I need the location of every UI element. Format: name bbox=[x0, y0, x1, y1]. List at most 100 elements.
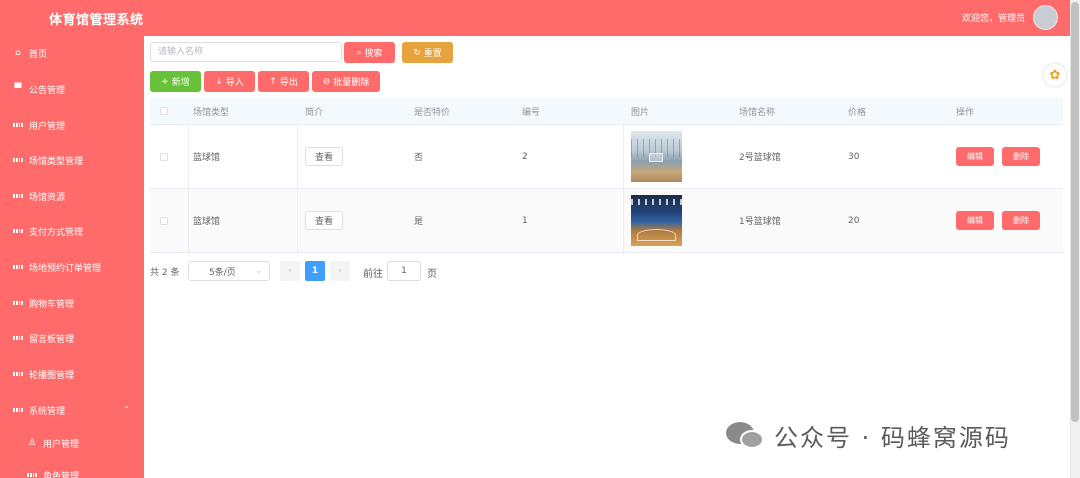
sidebar-item-system[interactable]: 系统管理 ⌃ bbox=[0, 395, 144, 425]
cell-image bbox=[631, 125, 682, 188]
page-size-select[interactable]: 5条/页 ⌄ bbox=[188, 261, 270, 281]
add-button-label: 新增 bbox=[171, 78, 190, 88]
search-button[interactable]: ⌕ 搜索 bbox=[344, 42, 395, 63]
page-number-button[interactable]: 1 bbox=[305, 261, 325, 281]
sidebar-item-label: 角色管理 bbox=[43, 471, 80, 478]
notice-icon: ▀ bbox=[14, 83, 22, 94]
header-venue-type: 场馆类型 bbox=[193, 107, 230, 118]
user-area[interactable]: 欢迎您，管理员 bbox=[962, 5, 1058, 30]
venue-thumbnail[interactable] bbox=[631, 131, 682, 182]
sidebar-item-users[interactable]: 用户管理 bbox=[0, 110, 144, 140]
prev-page-button[interactable]: ‹ bbox=[280, 261, 300, 281]
sidebar-item-label: 场馆资源 bbox=[29, 192, 66, 203]
cell-special: 否 bbox=[414, 153, 424, 163]
sidebar-item-label: 场馆类型管理 bbox=[29, 156, 84, 167]
sidebar-item-carousel[interactable]: 轮播图管理 bbox=[0, 359, 144, 389]
view-intro-button[interactable]: 查看 bbox=[305, 211, 343, 230]
cell-intro: 查看 bbox=[305, 189, 343, 252]
table-row: 篮球馆 查看 是 1 1号篮球馆 20 编辑 删除 bbox=[150, 188, 1063, 252]
batch-delete-button-label: 批量删除 bbox=[333, 78, 370, 88]
import-button[interactable]: ↓ 导入 bbox=[204, 71, 255, 92]
grid-icon bbox=[27, 470, 37, 478]
sidebar-item-reservation-orders[interactable]: 场地预约订单管理 bbox=[0, 252, 144, 282]
row-select-cell[interactable] bbox=[160, 125, 168, 188]
cell-venue-name: 2号篮球馆 bbox=[739, 153, 781, 163]
select-all-checkbox[interactable] bbox=[160, 107, 168, 115]
header-venue-name: 场馆名称 bbox=[739, 107, 776, 118]
sidebar-item-cart[interactable]: 购物车管理 bbox=[0, 288, 144, 318]
grid-icon bbox=[13, 333, 23, 343]
cell-price: 20 bbox=[848, 215, 860, 226]
sidebar-item-message-board[interactable]: 留言板管理 bbox=[0, 323, 144, 353]
venue-thumbnail[interactable] bbox=[631, 195, 682, 246]
search-input[interactable] bbox=[150, 42, 342, 62]
delete-button[interactable]: 删除 bbox=[1002, 211, 1040, 230]
sidebar-item-label: 用户管理 bbox=[29, 121, 66, 132]
sidebar-item-label: 场地预约订单管理 bbox=[29, 263, 102, 274]
sidebar-item-home[interactable]: ⌂ 首页 bbox=[0, 38, 144, 68]
sidebar-item-label: 支付方式管理 bbox=[29, 227, 84, 238]
sidebar-item-label: 轮播图管理 bbox=[29, 370, 75, 381]
import-button-label: 导入 bbox=[225, 78, 244, 88]
edit-button[interactable]: 编辑 bbox=[956, 147, 994, 166]
flower-icon[interactable]: ✿ bbox=[1044, 64, 1066, 86]
goto-page-input[interactable] bbox=[387, 261, 421, 281]
sidebar-item-venue-types[interactable]: 场馆类型管理 bbox=[0, 145, 144, 175]
export-button[interactable]: ↑ 导出 bbox=[258, 71, 309, 92]
top-header: 体育馆管理系统 欢迎您，管理员 bbox=[0, 0, 1070, 36]
sidebar-subitem-users[interactable]: ♙ 用户管理 bbox=[0, 428, 144, 458]
welcome-text: 欢迎您，管理员 bbox=[961, 14, 1025, 24]
data-table: 场馆类型 简介 是否特价 编号 图片 场馆名称 价格 操作 篮球馆 查看 否 2… bbox=[150, 98, 1063, 253]
row-checkbox[interactable] bbox=[160, 152, 168, 161]
column-divider bbox=[297, 124, 298, 255]
main-content: ⌕ 搜索 ↻ 重置 + 新增 ↓ 导入 ↑ 导出 ⊖ 批量删除 场馆类型 简介 … bbox=[144, 36, 1070, 478]
sidebar-subitem-roles[interactable]: 角色管理 bbox=[0, 460, 144, 478]
page-scrollbar[interactable] bbox=[1070, 0, 1080, 478]
grid-icon bbox=[13, 369, 23, 379]
reset-button[interactable]: ↻ 重置 bbox=[402, 42, 453, 63]
sidebar-item-label: 留言板管理 bbox=[29, 334, 75, 345]
plus-icon: + bbox=[161, 76, 169, 87]
select-all-cell[interactable] bbox=[160, 98, 168, 124]
cell-venue-name: 1号篮球馆 bbox=[739, 217, 781, 227]
column-divider bbox=[188, 124, 189, 255]
delete-button[interactable]: 删除 bbox=[1002, 147, 1040, 166]
minus-circle-icon: ⊖ bbox=[322, 76, 331, 87]
sidebar-item-venue-resources[interactable]: 场馆资源 bbox=[0, 181, 144, 211]
sidebar-item-label: 首页 bbox=[29, 49, 48, 60]
goto-prefix: 前往 bbox=[363, 269, 383, 280]
next-page-button[interactable]: › bbox=[330, 261, 350, 281]
grid-icon bbox=[13, 226, 23, 236]
batch-delete-button[interactable]: ⊖ 批量删除 bbox=[312, 71, 380, 92]
export-button-label: 导出 bbox=[279, 78, 298, 88]
scrollbar-thumb[interactable] bbox=[1071, 2, 1079, 422]
apps-icon bbox=[13, 405, 23, 415]
watermark: 公众号 · 码蜂窝源码 bbox=[726, 418, 1011, 453]
search-icon: ⌕ bbox=[356, 47, 362, 58]
sidebar-item-label: 公告管理 bbox=[29, 85, 66, 96]
header-price: 价格 bbox=[848, 107, 867, 118]
chevron-down-icon: ⌄ bbox=[255, 266, 262, 275]
column-divider bbox=[623, 124, 624, 255]
header-intro: 简介 bbox=[305, 107, 324, 118]
sidebar-item-payment-methods[interactable]: 支付方式管理 bbox=[0, 216, 144, 246]
watermark-text: 公众号 · 码蜂窝源码 bbox=[774, 424, 1011, 452]
edit-button[interactable]: 编辑 bbox=[956, 211, 994, 230]
row-select-cell[interactable] bbox=[160, 189, 168, 252]
sidebar-item-notice[interactable]: ▀ 公告管理 bbox=[0, 74, 144, 104]
cell-special: 是 bbox=[414, 217, 424, 227]
cell-number: 1 bbox=[522, 215, 528, 226]
search-button-label: 搜索 bbox=[364, 49, 383, 59]
grid-icon bbox=[13, 120, 23, 130]
avatar[interactable] bbox=[1033, 5, 1058, 30]
header-number: 编号 bbox=[522, 107, 541, 118]
view-intro-button[interactable]: 查看 bbox=[305, 147, 343, 166]
sidebar-item-label: 系统管理 bbox=[29, 406, 66, 417]
wechat-icon bbox=[726, 420, 766, 452]
cell-venue-type: 篮球馆 bbox=[193, 217, 221, 227]
cell-venue-type: 篮球馆 bbox=[193, 153, 221, 163]
add-button[interactable]: + 新增 bbox=[150, 71, 201, 92]
row-checkbox[interactable] bbox=[160, 216, 168, 225]
grid-icon bbox=[13, 262, 23, 272]
sidebar-item-label: 购物车管理 bbox=[29, 299, 75, 310]
